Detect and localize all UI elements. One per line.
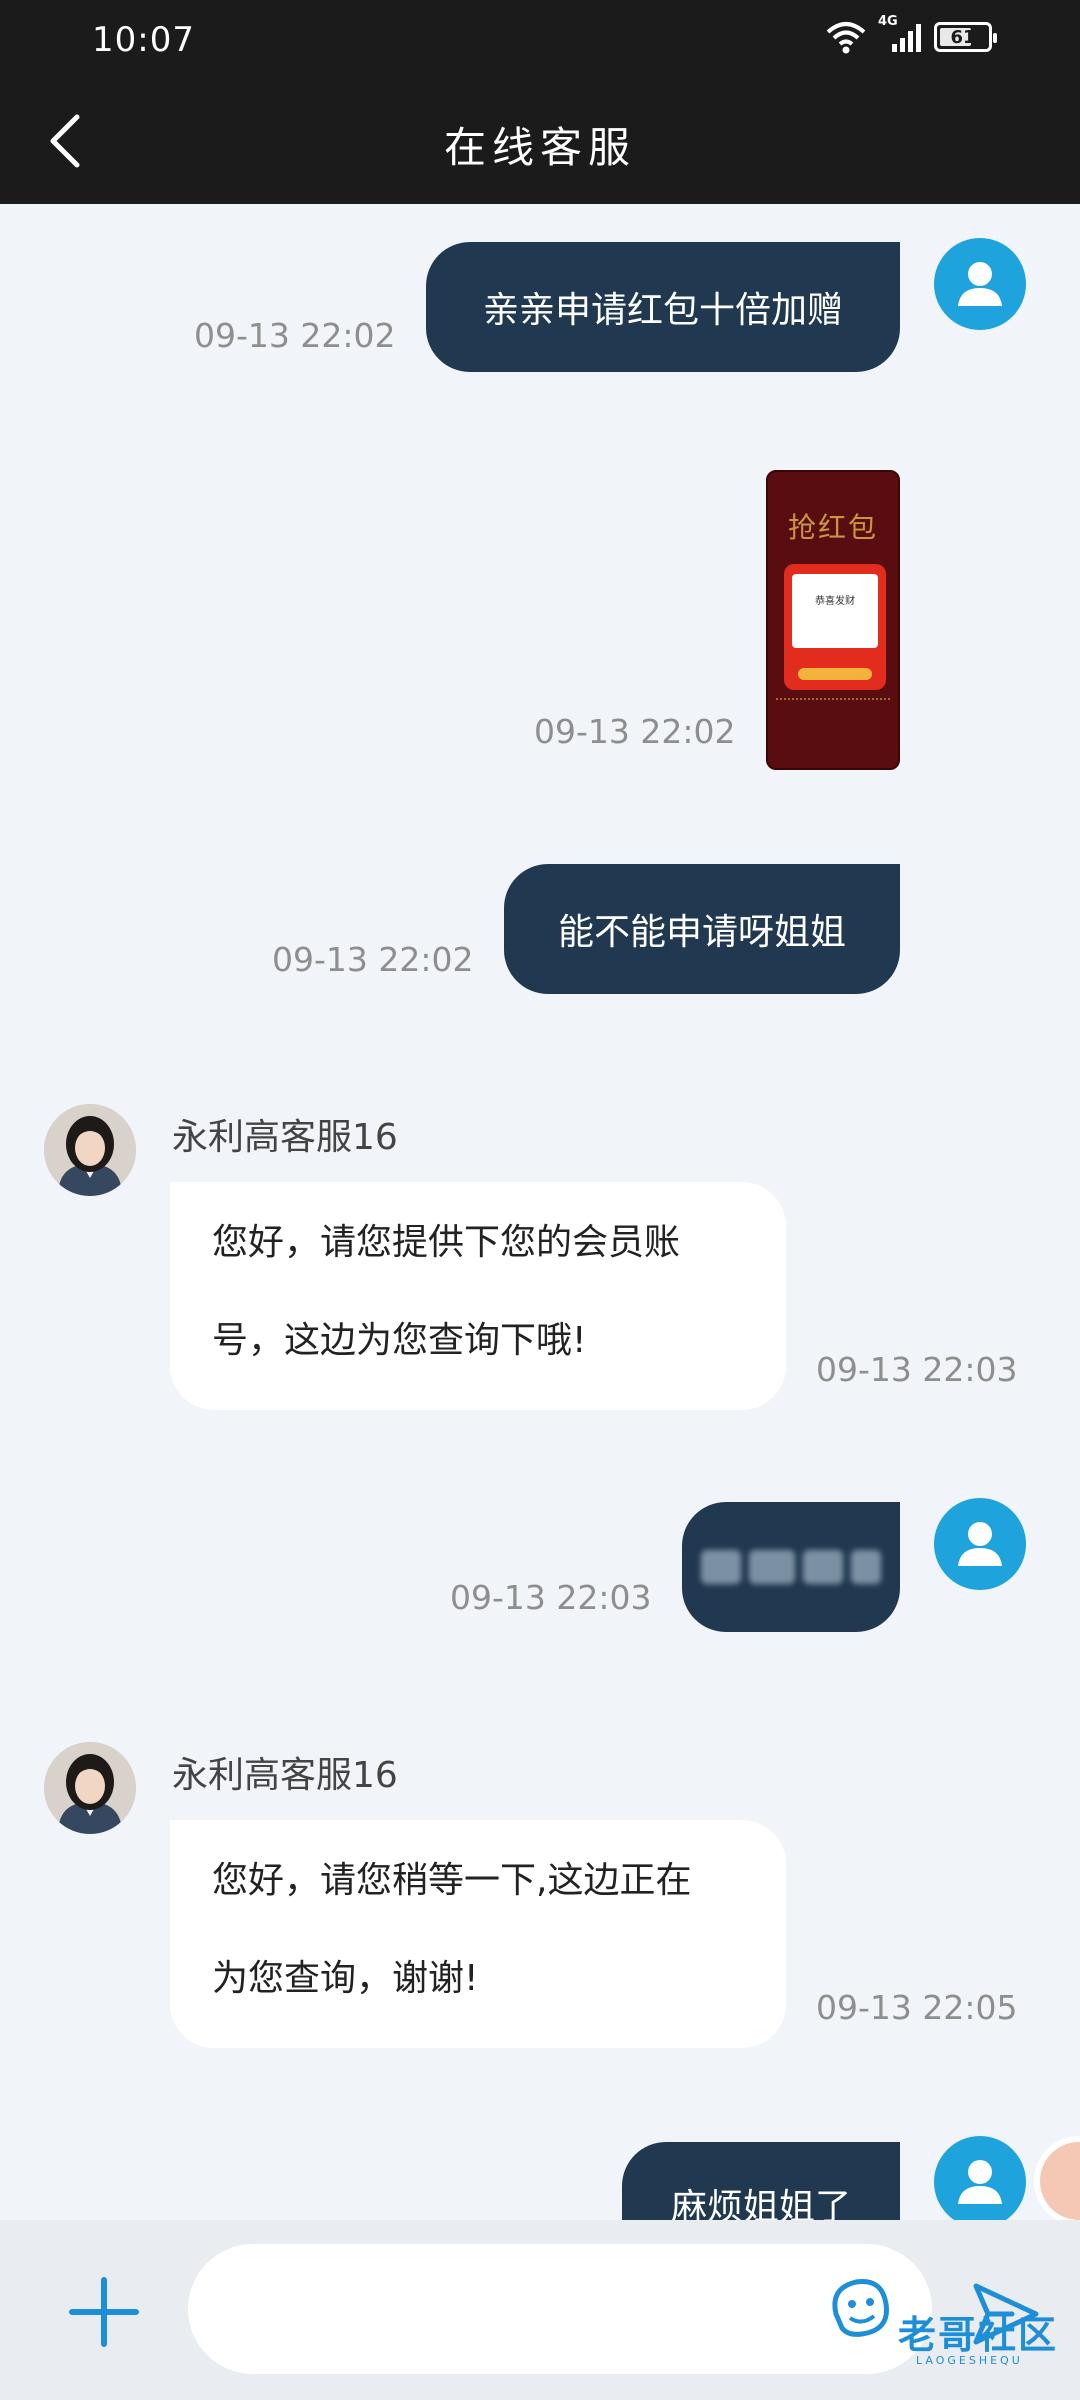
red-packet-note: 恭喜发财 — [792, 574, 878, 648]
network-label: 4G — [878, 14, 898, 29]
message-timestamp: 09-13 22:02 — [534, 712, 736, 751]
message-bubble-outgoing-redacted[interactable] — [682, 1502, 900, 1632]
message-bubble-incoming[interactable]: 您好，请您稍等一下,这边正在 为您查询，谢谢! — [170, 1820, 786, 2048]
chat-header: 在线客服 — [0, 78, 1080, 204]
agent-name: 永利高客服16 — [172, 1117, 398, 1158]
message-bubble-outgoing[interactable]: 麻烦姐姐了 — [622, 2142, 900, 2220]
message-timestamp: 09-13 22:02 — [194, 316, 396, 355]
user-icon — [958, 262, 1002, 306]
agent-photo — [44, 1104, 136, 1196]
red-packet-pattern — [776, 698, 890, 748]
message-image-red-packet[interactable]: 抢红包 恭喜发财 — [766, 470, 900, 770]
message-line: 您好，请您提供下您的会员账 — [212, 1222, 681, 1263]
watermark-sub: LAOGESHEQU — [916, 2354, 1023, 2367]
red-packet-title: 抢红包 — [787, 511, 878, 544]
user-avatar[interactable] — [934, 1498, 1026, 1590]
chat-messages[interactable]: 亲亲申请红包十倍加赠 09-13 22:02 抢红包 恭喜发财 09-13 22… — [0, 204, 1080, 2220]
status-time: 10:07 — [92, 20, 195, 60]
user-icon — [958, 2160, 1002, 2204]
user-icon — [958, 1522, 1002, 1566]
red-packet-card-text: 恭喜发财 — [815, 596, 855, 607]
attach-button[interactable] — [62, 2270, 146, 2354]
battery-icon: 61 — [934, 22, 997, 52]
plus-icon — [69, 2277, 139, 2347]
input-bar: 老哥社区 LAOGESHEQU — [0, 2220, 1080, 2400]
message-timestamp: 09-13 22:03 — [816, 1350, 1018, 1389]
message-timestamp: 09-13 22:02 — [272, 940, 474, 979]
watermark-text: 老哥社区 — [898, 2313, 1059, 2357]
message-timestamp: 09-13 22:05 — [816, 1988, 1018, 2027]
user-avatar[interactable] — [934, 238, 1026, 330]
message-line: 您好，请您稍等一下,这边正在 — [212, 1860, 692, 1901]
redacted-content — [701, 1550, 881, 1584]
message-line: 为您查询，谢谢! — [212, 1958, 479, 1999]
message-bubble-incoming[interactable]: 您好，请您提供下您的会员账 号，这边为您查询下哦! — [170, 1182, 786, 1410]
message-bubble-outgoing[interactable]: 亲亲申请红包十倍加赠 — [426, 242, 900, 372]
message-timestamp: 09-13 22:03 — [450, 1578, 652, 1617]
agent-avatar[interactable] — [44, 1104, 136, 1196]
battery-level: 61 — [950, 26, 976, 48]
message-bubble-outgoing[interactable]: 能不能申请呀姐姐 — [504, 864, 900, 994]
agent-name: 永利高客服16 — [172, 1755, 398, 1796]
watermark-logo: 老哥社区 LAOGESHEQU — [820, 2268, 1070, 2378]
agent-avatar[interactable] — [44, 1742, 136, 1834]
signal-icon: 4G — [878, 14, 922, 54]
agent-photo — [44, 1742, 136, 1834]
message-line: 号，这边为您查询下哦! — [212, 1320, 587, 1361]
status-icons: 4G 61 — [826, 14, 997, 54]
wifi-icon — [826, 22, 866, 54]
page-title: 在线客服 — [443, 123, 636, 172]
status-bar: 10:07 4G 61 — [0, 0, 1080, 78]
user-avatar[interactable] — [934, 2136, 1026, 2220]
red-packet-button — [798, 668, 872, 680]
